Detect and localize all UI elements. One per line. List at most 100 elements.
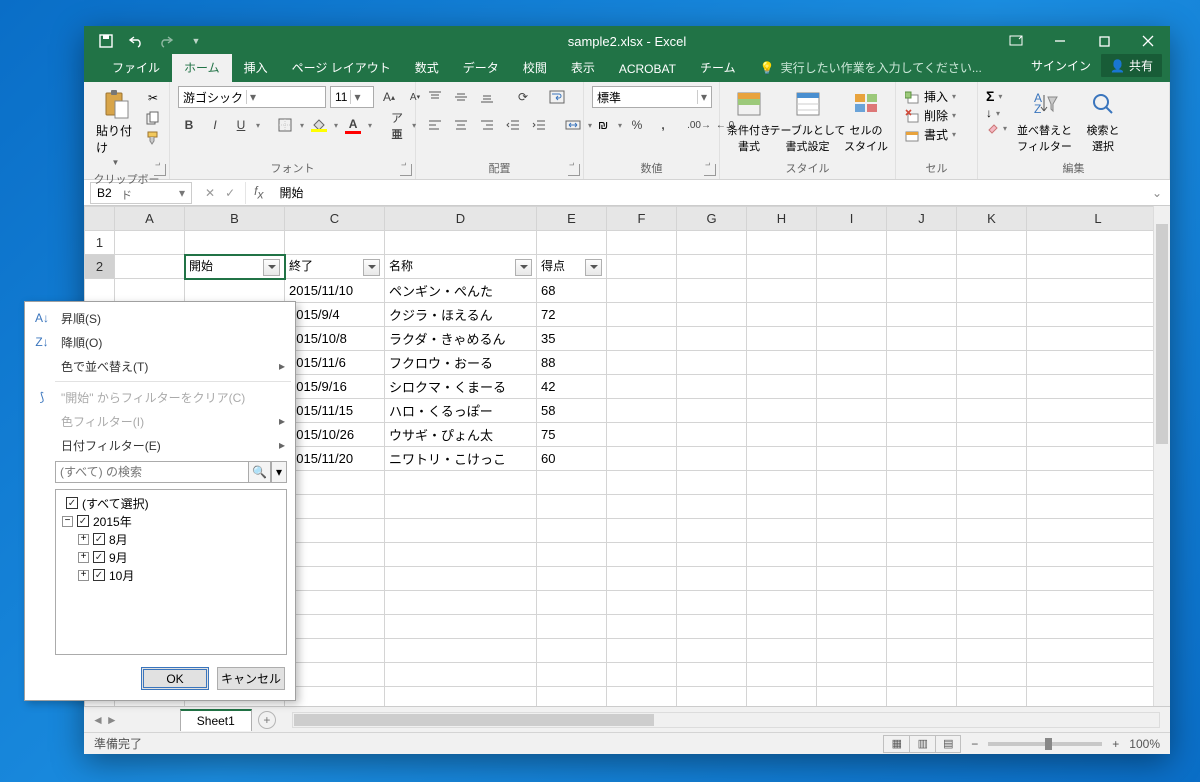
- fx-icon[interactable]: fx: [246, 184, 271, 201]
- tab-home[interactable]: ホーム: [172, 54, 232, 82]
- sign-in-link[interactable]: サインイン: [1031, 57, 1091, 74]
- tab-formulas[interactable]: 数式: [403, 54, 451, 82]
- merge-center-icon[interactable]: [562, 114, 584, 136]
- sort-filter-button[interactable]: AZ並べ替えと フィルター: [1013, 86, 1076, 156]
- alignment-launcher[interactable]: [568, 164, 580, 176]
- select-all-corner[interactable]: [85, 207, 115, 231]
- close-button[interactable]: [1126, 26, 1170, 56]
- redo-icon[interactable]: [158, 33, 174, 49]
- zoom-slider[interactable]: [988, 742, 1102, 746]
- cell-E2[interactable]: 得点: [537, 255, 607, 279]
- font-launcher[interactable]: [400, 164, 412, 176]
- conditional-formatting-button[interactable]: 条件付き 書式: [728, 86, 770, 156]
- checkbox-m10[interactable]: ✓: [93, 569, 105, 581]
- checkbox-2015[interactable]: ✓: [77, 515, 89, 527]
- checkbox-m9[interactable]: ✓: [93, 551, 105, 563]
- checkbox-m8[interactable]: ✓: [93, 533, 105, 545]
- sort-ascending[interactable]: A↓昇順(S): [25, 306, 295, 330]
- col-header-D[interactable]: D: [385, 207, 537, 231]
- expand-formula-bar[interactable]: ⌄: [1152, 186, 1170, 200]
- formula-input[interactable]: 開始: [271, 184, 1152, 201]
- paste-button[interactable]: 貼り付け ▼: [92, 86, 139, 169]
- filter-value-tree[interactable]: ✓(すべて選択) −✓2015年 +✓8月 +✓9月 +✓10月: [55, 489, 287, 655]
- page-break-view-icon[interactable]: ▤: [935, 735, 961, 753]
- underline-dropdown[interactable]: ▾: [256, 121, 260, 130]
- col-header-G[interactable]: G: [677, 207, 747, 231]
- clipboard-launcher[interactable]: [154, 164, 166, 176]
- zoom-out-button[interactable]: −: [971, 737, 978, 751]
- col-header-J[interactable]: J: [887, 207, 957, 231]
- clear-button[interactable]: ▾: [986, 122, 1007, 134]
- copy-icon[interactable]: [145, 110, 161, 126]
- prev-sheet-icon[interactable]: ◄: [92, 713, 104, 727]
- col-header-C[interactable]: C: [285, 207, 385, 231]
- save-icon[interactable]: [98, 33, 114, 49]
- accounting-format-icon[interactable]: ₪: [592, 114, 614, 136]
- collapse-year[interactable]: −: [62, 516, 73, 527]
- cell-C2[interactable]: 終了: [285, 255, 385, 279]
- page-layout-view-icon[interactable]: ▥: [909, 735, 935, 753]
- qat-dropdown-icon[interactable]: ▼: [188, 33, 204, 49]
- align-left-icon[interactable]: [424, 114, 446, 136]
- fill-color-button[interactable]: [308, 114, 330, 136]
- col-header-L[interactable]: L: [1027, 207, 1170, 231]
- fill-color-dropdown[interactable]: ▾: [334, 121, 338, 130]
- align-top-icon[interactable]: [424, 86, 446, 108]
- vertical-scrollbar[interactable]: [1153, 206, 1170, 706]
- increase-indent-icon[interactable]: [528, 114, 550, 136]
- insert-cells-button[interactable]: 挿入▾: [904, 88, 956, 105]
- increase-font-icon[interactable]: A▴: [378, 86, 400, 108]
- next-sheet-icon[interactable]: ►: [106, 713, 118, 727]
- col-header-K[interactable]: K: [957, 207, 1027, 231]
- ok-button[interactable]: OK: [141, 667, 209, 690]
- filter-button-B[interactable]: [263, 259, 280, 276]
- undo-icon[interactable]: [128, 33, 144, 49]
- filter-search-input[interactable]: [55, 461, 249, 483]
- increase-decimal-icon[interactable]: .00→: [688, 114, 710, 136]
- tab-data[interactable]: データ: [451, 54, 511, 82]
- number-launcher[interactable]: [704, 164, 716, 176]
- horizontal-scrollbar[interactable]: [292, 712, 1160, 728]
- format-as-table-button[interactable]: テーブルとして 書式設定: [776, 86, 839, 156]
- percent-style-icon[interactable]: %: [626, 114, 648, 136]
- row-header-1[interactable]: 1: [85, 231, 115, 255]
- borders-button[interactable]: [274, 114, 296, 136]
- phonetic-button[interactable]: ア亜: [386, 114, 408, 136]
- cut-icon[interactable]: ✂: [145, 90, 161, 106]
- col-header-A[interactable]: A: [115, 207, 185, 231]
- col-header-B[interactable]: B: [185, 207, 285, 231]
- find-select-button[interactable]: 検索と 選択: [1082, 86, 1124, 156]
- sheet-tab-1[interactable]: Sheet1: [180, 709, 252, 731]
- number-format-combo[interactable]: 標準▾: [592, 86, 712, 108]
- minimize-button[interactable]: [1038, 26, 1082, 56]
- col-header-E[interactable]: E: [537, 207, 607, 231]
- expand-m9[interactable]: +: [78, 552, 89, 563]
- tell-me[interactable]: 💡実行したい作業を入力してください...: [760, 59, 982, 82]
- new-sheet-button[interactable]: +: [258, 711, 276, 729]
- bold-button[interactable]: B: [178, 114, 200, 136]
- tab-acrobat[interactable]: ACROBAT: [607, 57, 688, 82]
- delete-cells-button[interactable]: 削除▾: [904, 107, 956, 124]
- normal-view-icon[interactable]: ▦: [883, 735, 909, 753]
- comma-style-icon[interactable]: ,: [652, 114, 674, 136]
- share-button[interactable]: 👤共有: [1101, 54, 1162, 77]
- cancel-button[interactable]: キャンセル: [217, 667, 285, 690]
- italic-button[interactable]: I: [204, 114, 226, 136]
- sort-by-color[interactable]: 色で並べ替え(T)▸: [25, 354, 295, 378]
- align-right-icon[interactable]: [476, 114, 498, 136]
- sort-descending[interactable]: Z↓降順(O): [25, 330, 295, 354]
- fill-button[interactable]: ↓▾: [986, 106, 1007, 120]
- checkbox-select-all[interactable]: ✓: [66, 497, 78, 509]
- enter-formula-icon[interactable]: ✓: [225, 186, 235, 200]
- autosum-button[interactable]: Σ▾: [986, 88, 1007, 104]
- maximize-button[interactable]: [1082, 26, 1126, 56]
- orientation-icon[interactable]: ⟳: [512, 86, 534, 108]
- format-painter-icon[interactable]: [145, 130, 161, 146]
- tab-page-layout[interactable]: ページ レイアウト: [280, 54, 403, 82]
- cell-styles-button[interactable]: セルの スタイル: [845, 86, 887, 156]
- underline-button[interactable]: U: [230, 114, 252, 136]
- col-header-H[interactable]: H: [747, 207, 817, 231]
- tab-file[interactable]: ファイル: [100, 54, 172, 82]
- zoom-level[interactable]: 100%: [1129, 737, 1160, 751]
- tab-team[interactable]: チーム: [688, 54, 748, 82]
